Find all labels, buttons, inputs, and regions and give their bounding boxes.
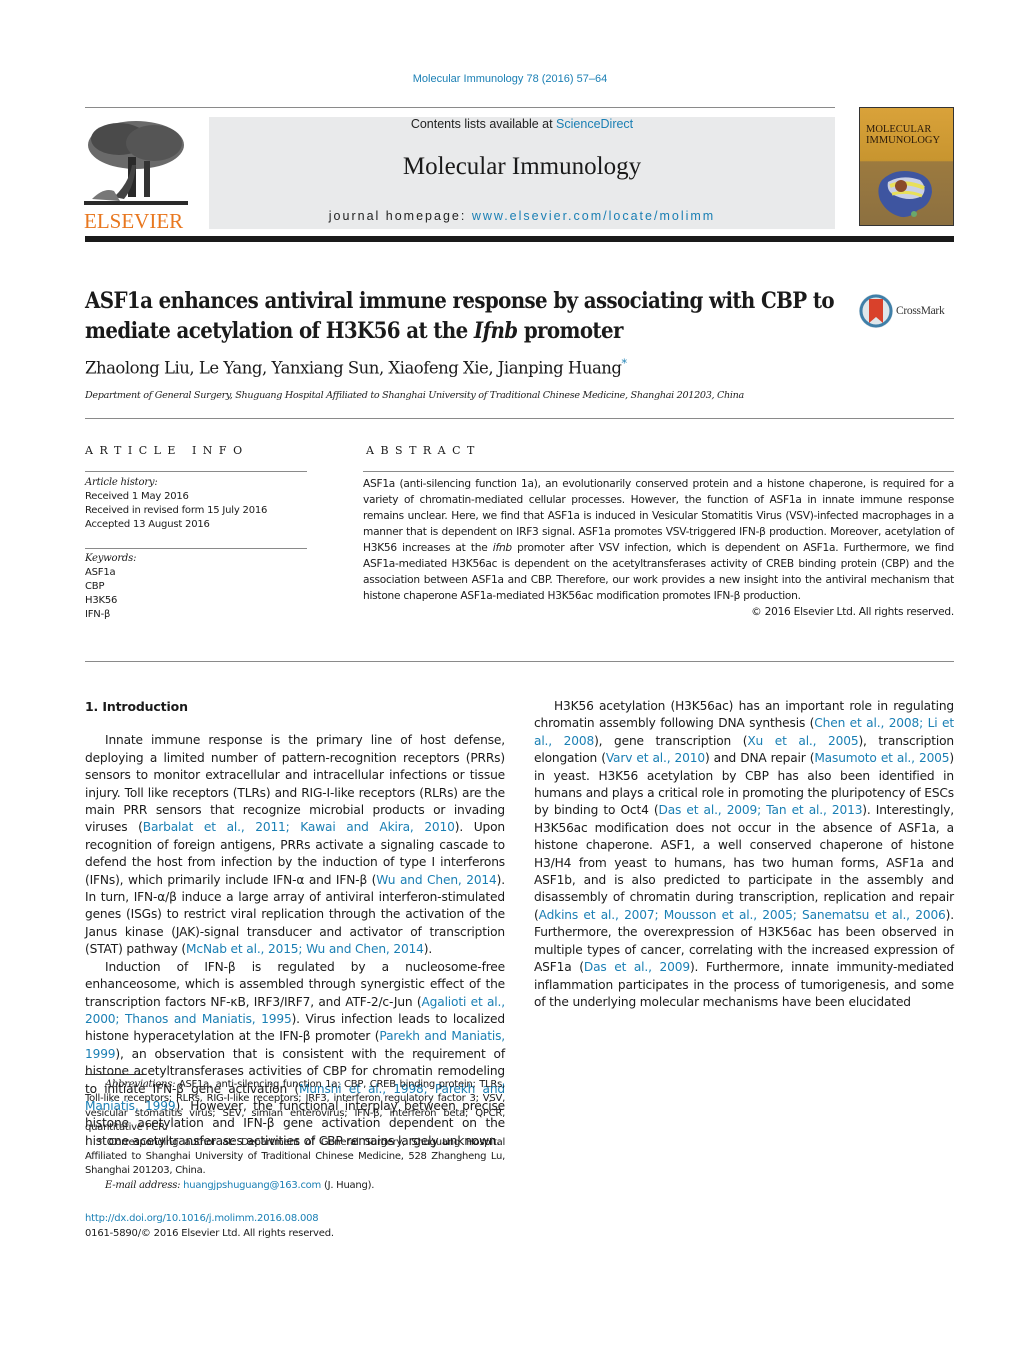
article-info-heading: ARTICLE INFO <box>85 444 249 457</box>
paragraph: H3K56 acetylation (H3K56ac) has an impor… <box>534 698 954 1011</box>
homepage-link[interactable]: www.elsevier.com/locate/molimm <box>472 209 715 223</box>
abstract-bottom-divider <box>85 661 954 662</box>
homepage-prefix: journal homepage: <box>328 209 472 223</box>
crossmark-button[interactable]: CrossMark <box>858 291 958 331</box>
citation-link[interactable]: Masumoto et al., 2005 <box>814 751 949 765</box>
header-thick-divider <box>85 236 954 242</box>
keyword: ASF1a <box>85 567 116 578</box>
citation-link[interactable]: Xu et al., 2005 <box>747 734 858 748</box>
doi-block: http://dx.doi.org/10.1016/j.molimm.2016.… <box>85 1211 334 1241</box>
abbreviations-label: Abbreviations: <box>105 1079 176 1090</box>
title-italic-gene: Ifnb <box>473 318 518 344</box>
top-divider <box>85 107 835 108</box>
citation-link[interactable]: Das et al., 2009 <box>584 960 690 974</box>
affiliation: Department of General Surgery, Shuguang … <box>85 390 744 401</box>
corresponding-text: Corresponding author at: Department of G… <box>85 1136 505 1177</box>
cover-title-line2: IMMUNOLOGY <box>866 135 941 146</box>
footnotes: Abbreviations: ASF1a, anti-silencing fun… <box>85 1078 505 1193</box>
abstract-italic-gene: ifnb <box>492 542 512 554</box>
email-footnote: E-mail address: huangjpshuguang@163.com … <box>85 1179 505 1193</box>
cover-title-line1: MOLECULAR <box>866 124 932 135</box>
footnote-divider <box>85 1074 145 1075</box>
abstract-heading: ABSTRACT <box>366 444 481 457</box>
cover-title: MOLECULAR IMMUNOLOGY <box>866 124 940 146</box>
text: ). Interestingly, H3K56ac modification d… <box>534 803 954 922</box>
history-accepted: Accepted 13 August 2016 <box>85 519 210 530</box>
corresponding-author-footnote: * Corresponding author at: Department of… <box>85 1136 505 1179</box>
email-link[interactable]: huangjpshuguang@163.com <box>183 1180 321 1191</box>
journal-title: Molecular Immunology <box>402 153 642 180</box>
journal-reference[interactable]: Molecular Immunology 78 (2016) 57–64 <box>0 73 1020 85</box>
citation-link[interactable]: Barbalat et al., 2011; Kawai and Akira, … <box>143 820 455 834</box>
keywords: Keywords: ASF1a CBP H3K56 IFN-β <box>85 552 310 622</box>
keywords-divider <box>85 548 307 549</box>
abstract-body: ASF1a (anti-silencing function 1a), an e… <box>363 476 954 620</box>
authors-text: Zhaolong Liu, Le Yang, Yanxiang Sun, Xia… <box>85 358 622 378</box>
author-list: Zhaolong Liu, Le Yang, Yanxiang Sun, Xia… <box>85 357 627 378</box>
body-column-right: H3K56 acetylation (H3K56ac) has an impor… <box>534 698 954 1011</box>
citation-link[interactable]: McNab et al., 2015; Wu and Chen, 2014 <box>186 942 424 956</box>
crossmark-icon <box>859 294 893 328</box>
contents-prefix: Contents lists available at <box>410 117 557 131</box>
corresponding-author-mark[interactable]: * <box>621 357 627 370</box>
sciencedirect-link[interactable]: ScienceDirect <box>556 117 633 131</box>
email-label: E-mail address: <box>105 1179 181 1191</box>
keyword: CBP <box>85 581 105 592</box>
section-heading-introduction: 1. Introduction <box>85 699 188 714</box>
journal-cover-image[interactable]: MOLECULAR IMMUNOLOGY <box>859 107 954 226</box>
text: ). <box>423 942 433 957</box>
article-info-divider <box>85 471 307 472</box>
keyword: H3K56 <box>85 595 118 606</box>
elsevier-tree-icon <box>84 117 188 207</box>
article-title: ASF1a enhances antiviral immune response… <box>85 286 845 346</box>
title-text-2: promoter <box>517 318 624 344</box>
keywords-label: Keywords: <box>85 553 137 564</box>
paragraph: Innate immune response is the primary li… <box>85 732 505 958</box>
title-text-1: ASF1a enhances antiviral immune response… <box>85 288 835 344</box>
email-suffix: (J. Huang). <box>321 1179 375 1191</box>
abstract-text: ASF1a (anti-silencing function 1a), an e… <box>363 476 954 604</box>
history-label: Article history: <box>85 477 158 488</box>
text: ) and DNA repair ( <box>704 751 815 766</box>
title-divider <box>85 418 954 419</box>
abstract-divider <box>363 471 954 472</box>
text: ), gene transcription ( <box>594 733 748 748</box>
elsevier-wordmark: ELSEVIER <box>84 209 184 233</box>
citation-link[interactable]: Adkins et al., 2007; Mousson et al., 200… <box>539 908 946 922</box>
abbreviations-footnote: Abbreviations: ASF1a, anti-silencing fun… <box>85 1078 505 1136</box>
doi-link[interactable]: http://dx.doi.org/10.1016/j.molimm.2016.… <box>85 1213 319 1224</box>
citation-link[interactable]: Das et al., 2009; Tan et al., 2013 <box>658 803 862 817</box>
protein-structure-icon <box>878 171 932 218</box>
homepage-line: journal homepage: www.elsevier.com/locat… <box>209 209 835 223</box>
abstract-copyright: © 2016 Elsevier Ltd. All rights reserved… <box>751 606 954 618</box>
citation-link[interactable]: Wu and Chen, 2014 <box>376 873 497 887</box>
article-history: Article history: Received 1 May 2016 Rec… <box>85 476 310 532</box>
issn-copyright: 0161-5890/© 2016 Elsevier Ltd. All right… <box>85 1228 334 1239</box>
keyword: IFN-β <box>85 609 111 620</box>
citation-link[interactable]: Varv et al., 2010 <box>606 751 705 765</box>
journal-banner: Contents lists available at ScienceDirec… <box>209 117 835 229</box>
history-received: Received 1 May 2016 <box>85 491 189 502</box>
crossmark-label: CrossMark <box>896 305 945 317</box>
contents-line: Contents lists available at ScienceDirec… <box>209 117 835 131</box>
elsevier-logo[interactable]: ELSEVIER <box>84 117 188 233</box>
history-revised: Received in revised form 15 July 2016 <box>85 505 268 516</box>
